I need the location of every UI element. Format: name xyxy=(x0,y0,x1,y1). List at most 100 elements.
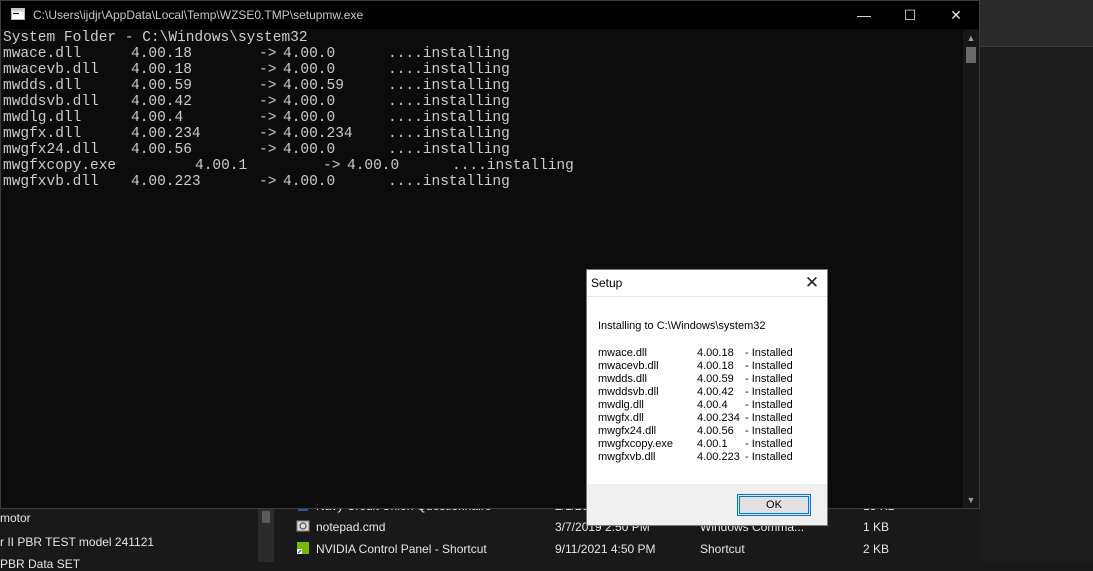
explorer-navigation-pane: motor r II PBR TEST model 241121 PBR Dat… xyxy=(0,505,275,571)
console-arrow: -> xyxy=(259,142,277,158)
installed-file-status: - Installed xyxy=(745,399,793,411)
installed-file-version: 4.00.42 xyxy=(697,386,734,398)
console-arrow: -> xyxy=(259,62,277,78)
installed-file-name: mwgfx.dll xyxy=(598,412,644,424)
installed-file-row: mwacevb.dll 4.00.18 - Installed xyxy=(598,360,818,373)
dialog-title: Setup xyxy=(591,276,623,290)
console-arrow: -> xyxy=(259,126,277,142)
console-file: mwdds.dll xyxy=(3,78,82,94)
console-from-version: 4.00.59 xyxy=(131,78,192,94)
console-header-line: System Folder - C:\Windows\system32 xyxy=(3,30,308,46)
installed-file-name: mwgfx24.dll xyxy=(598,425,657,437)
installed-file-version: 4.00.56 xyxy=(697,425,734,437)
console-arrow: -> xyxy=(259,78,277,94)
nav-pane-scrollbar[interactable] xyxy=(258,505,274,562)
console-file: mwdlg.dll xyxy=(3,110,82,126)
console-to-version: 4.00.0 xyxy=(283,142,336,158)
file-name: notepad.cmd xyxy=(316,520,386,534)
installed-file-version: 4.00.223 xyxy=(697,451,740,463)
installed-file-status: - Installed xyxy=(745,412,793,424)
file-size: 2 KB xyxy=(863,542,890,556)
console-line: mwdds.dll 4.00.59 -> 4.00.59 ....install… xyxy=(3,78,510,94)
installed-file-status: - Installed xyxy=(745,425,793,437)
console-titlebar[interactable]: C:\Users\ijdjr\AppData\Local\Temp\WZSE0.… xyxy=(1,1,979,29)
nav-item[interactable]: PBR Data SET xyxy=(0,557,80,571)
close-button[interactable]: ✕ xyxy=(933,1,979,29)
console-status: ....installing xyxy=(388,126,510,142)
file-name: NVIDIA Control Panel - Shortcut xyxy=(316,542,487,556)
console-file: mwgfx24.dll xyxy=(3,142,99,158)
installed-file-name: mwgfxvb.dll xyxy=(598,451,656,463)
file-row[interactable]: NVIDIA Control Panel - Shortcut 9/11/202… xyxy=(290,538,1093,560)
console-arrow: -> xyxy=(259,110,277,126)
console-status: ....installing xyxy=(388,110,510,126)
console-from-version: 4.00.42 xyxy=(131,94,192,110)
installed-file-version: 4.00.59 xyxy=(697,373,734,385)
console-arrow: -> xyxy=(259,94,277,110)
installed-file-row: mwgfxcopy.exe 4.00.1 - Installed xyxy=(598,438,818,451)
dialog-close-button[interactable]: ✕ xyxy=(797,271,827,295)
installed-file-status: - Installed xyxy=(745,451,793,463)
installed-file-name: mwdlg.dll xyxy=(598,399,644,411)
console-status: ....installing xyxy=(388,62,510,78)
console-line: mwacevb.dll 4.00.18 -> 4.00.0 ....instal… xyxy=(3,62,510,78)
installed-file-status: - Installed xyxy=(745,386,793,398)
installed-file-name: mwgfxcopy.exe xyxy=(598,438,673,450)
installed-file-name: mwacevb.dll xyxy=(598,360,659,372)
console-to-version: 4.00.234 xyxy=(283,126,353,142)
console-to-version: 4.00.0 xyxy=(283,62,336,78)
console-scrollbar[interactable]: ▲ ▼ xyxy=(963,30,979,508)
installed-file-row: mwgfx24.dll 4.00.56 - Installed xyxy=(598,425,818,438)
console-file: mwddsvb.dll xyxy=(3,94,99,110)
console-to-version: 4.00.0 xyxy=(347,158,400,174)
console-line: mwgfx24.dll 4.00.56 -> 4.00.0 ....instal… xyxy=(3,142,510,158)
explorer-right-pane xyxy=(980,0,1093,562)
console-window[interactable]: C:\Users\ijdjr\AppData\Local\Temp\WZSE0.… xyxy=(0,0,980,509)
console-line: mwgfxvb.dll 4.00.223 -> 4.00.0 ....insta… xyxy=(3,174,510,190)
minimize-button[interactable]: — xyxy=(841,1,887,29)
cmd-file-icon xyxy=(296,520,310,532)
console-app-icon xyxy=(11,8,25,20)
installed-file-status: - Installed xyxy=(745,373,793,385)
console-status: ....installing xyxy=(388,94,510,110)
console-status: ....installing xyxy=(388,174,510,190)
console-from-version: 4.00.18 xyxy=(131,62,192,78)
nav-item[interactable]: r II PBR TEST model 241121 xyxy=(0,535,154,549)
console-status: ....installing xyxy=(452,158,574,174)
scroll-down-arrow-icon[interactable]: ▼ xyxy=(963,492,979,508)
console-status: ....installing xyxy=(388,142,510,158)
file-date: 9/11/2021 4:50 PM xyxy=(555,542,656,556)
dialog-titlebar[interactable]: Setup ✕ xyxy=(587,270,827,297)
console-line: mwdlg.dll 4.00.4 -> 4.00.0 ....installin… xyxy=(3,110,510,126)
console-from-version: 4.00.234 xyxy=(131,126,201,142)
installed-file-row: mwace.dll 4.00.18 - Installed xyxy=(598,347,818,360)
console-arrow: -> xyxy=(259,174,277,190)
installed-file-status: - Installed xyxy=(745,438,793,450)
console-to-version: 4.00.0 xyxy=(283,46,336,62)
console-file: mwacevb.dll xyxy=(3,62,99,78)
installed-file-status: - Installed xyxy=(745,347,793,359)
dialog-content: Installing to C:\Windows\system32 mwace.… xyxy=(587,297,827,484)
file-size: 1 KB xyxy=(863,520,890,534)
maximize-button[interactable]: ☐ xyxy=(887,1,933,29)
installed-file-version: 4.00.1 xyxy=(697,438,728,450)
scrollbar-thumb[interactable] xyxy=(262,511,270,523)
console-file: mwgfxcopy.exe xyxy=(3,158,117,174)
console-arrow: -> xyxy=(323,158,341,174)
installed-file-row: mwddsvb.dll 4.00.42 - Installed xyxy=(598,386,818,399)
scroll-up-arrow-icon[interactable]: ▲ xyxy=(963,30,979,46)
installed-file-row: mwgfxvb.dll 4.00.223 - Installed xyxy=(598,451,818,464)
installed-file-name: mwddsvb.dll xyxy=(598,386,659,398)
scrollbar-thumb[interactable] xyxy=(966,47,976,63)
console-file: mwgfx.dll xyxy=(3,126,82,142)
dialog-heading: Installing to C:\Windows\system32 xyxy=(598,320,766,332)
console-status: ....installing xyxy=(388,46,510,62)
nvidia-shortcut-icon xyxy=(297,542,309,554)
console-status: ....installing xyxy=(388,78,510,94)
nav-item[interactable]: motor xyxy=(0,511,31,525)
console-line: mwgfx.dll 4.00.234 -> 4.00.234 ....insta… xyxy=(3,126,510,142)
setup-dialog[interactable]: Setup ✕ Installing to C:\Windows\system3… xyxy=(586,269,828,526)
installed-file-row: mwgfx.dll 4.00.234 - Installed xyxy=(598,412,818,425)
ok-button[interactable]: OK xyxy=(737,494,811,516)
console-to-version: 4.00.0 xyxy=(283,110,336,126)
